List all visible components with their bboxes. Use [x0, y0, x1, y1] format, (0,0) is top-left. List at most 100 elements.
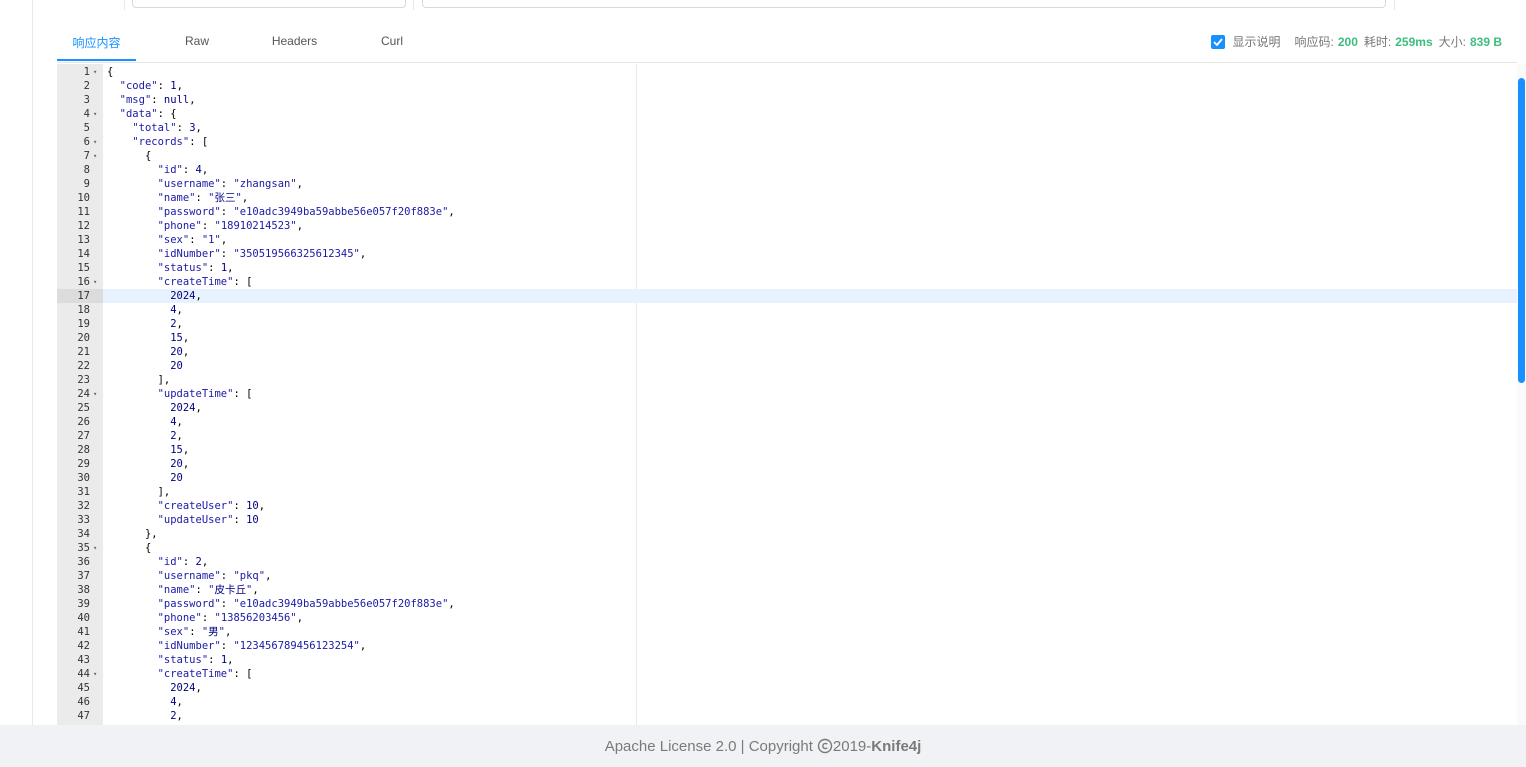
code-text: "sex": "1",	[157, 234, 228, 246]
code-text: 15,	[170, 444, 190, 456]
code-text: "idNumber": "123456789456123254",	[157, 640, 367, 652]
code-line[interactable]: 39 "password": "e10adc3949ba59abbe56e057…	[57, 597, 1517, 611]
code-line[interactable]: 29 20,	[57, 457, 1517, 471]
code-line[interactable]: 20 15,	[57, 331, 1517, 345]
code-line[interactable]: 47 2,	[57, 709, 1517, 723]
show-description-label[interactable]: 显示说明	[1233, 33, 1281, 50]
code-line[interactable]: 15 "status": 1,	[57, 261, 1517, 275]
code-line[interactable]: 36 "id": 2,	[57, 555, 1517, 569]
code-line[interactable]: 34 },	[57, 527, 1517, 541]
code-line[interactable]: 1 ▾ {	[57, 65, 1517, 79]
fold-arrow-icon[interactable]: ▾	[93, 65, 97, 79]
line-number: 33	[77, 514, 90, 526]
code-line[interactable]: 46 4,	[57, 695, 1517, 709]
tab-curl[interactable]: Curl	[367, 34, 417, 48]
code-line[interactable]: 12 "phone": "18910214523",	[57, 219, 1517, 233]
code-text: 2,	[170, 710, 183, 722]
code-line[interactable]: 3 "msg": null,	[57, 93, 1517, 107]
code-line[interactable]: 24 ▾ "updateTime": [	[57, 387, 1517, 401]
code-line[interactable]: 2 "code": 1,	[57, 79, 1517, 93]
status-code-label: 响应码:	[1294, 35, 1334, 49]
divider	[413, 0, 414, 10]
code-line[interactable]: 23 ],	[57, 373, 1517, 387]
code-text: 20,	[170, 346, 190, 358]
line-number: 11	[77, 206, 90, 218]
line-number: 44	[77, 668, 90, 680]
code-line[interactable]: 5 "total": 3,	[57, 121, 1517, 135]
code-line[interactable]: 30 20	[57, 471, 1517, 485]
code-line[interactable]: 21 20,	[57, 345, 1517, 359]
request-method-field[interactable]	[132, 0, 406, 8]
line-number: 29	[77, 458, 90, 470]
line-number: 17	[77, 290, 90, 302]
code-line[interactable]: 10 "name": "张三",	[57, 191, 1517, 205]
line-number: 32	[77, 500, 90, 512]
code-line[interactable]: 18 4,	[57, 303, 1517, 317]
editor-scrollbar-thumb[interactable]	[1518, 78, 1525, 383]
page-footer: Apache License 2.0 | Copyright 2019- Kni…	[0, 725, 1526, 767]
code-line[interactable]: 22 20	[57, 359, 1517, 373]
code-lines[interactable]: 1 ▾{2 "code": 1, 3 "msg": null, 4 ▾ "data": …	[57, 65, 1517, 723]
code-line[interactable]: 17 2024,	[57, 289, 1517, 303]
code-line[interactable]: 6 ▾ "records": [	[57, 135, 1517, 149]
code-text: },	[144, 528, 158, 540]
code-text: "username": "zhangsan",	[157, 178, 303, 190]
code-line[interactable]: 4 ▾ "data": {	[57, 107, 1517, 121]
fold-arrow-icon[interactable]: ▾	[93, 275, 97, 289]
code-line[interactable]: 19 2,	[57, 317, 1517, 331]
code-line[interactable]: 14 "idNumber": "350519566325612345",	[57, 247, 1517, 261]
tab-headers[interactable]: Headers	[262, 34, 327, 48]
code-line[interactable]: 42 "idNumber": "123456789456123254",	[57, 639, 1517, 653]
code-text: 4,	[170, 696, 183, 708]
show-description-checkbox[interactable]	[1210, 34, 1225, 49]
tab-raw[interactable]: Raw	[167, 34, 227, 48]
code-line[interactable]: 40 "phone": "13856203456",	[57, 611, 1517, 625]
code-line[interactable]: 26 4,	[57, 415, 1517, 429]
code-line[interactable]: 27 2,	[57, 429, 1517, 443]
line-number: 30	[77, 472, 90, 484]
divider	[1394, 0, 1395, 10]
fold-arrow-icon[interactable]: ▾	[93, 541, 97, 555]
code-line[interactable]: 32 "createUser": 10,	[57, 499, 1517, 513]
code-text: ],	[157, 486, 171, 498]
code-line[interactable]: 11 "password": "e10adc3949ba59abbe56e057…	[57, 205, 1517, 219]
content-border	[32, 0, 33, 725]
line-number: 27	[77, 430, 90, 442]
line-number: 42	[77, 640, 90, 652]
code-line[interactable]: 31 ],	[57, 485, 1517, 499]
code-text: {	[144, 150, 152, 162]
code-line[interactable]: 44 ▾ "createTime": [	[57, 667, 1517, 681]
code-line[interactable]: 28 15,	[57, 443, 1517, 457]
code-line[interactable]: 9 "username": "zhangsan",	[57, 177, 1517, 191]
code-line[interactable]: 33 "updateUser": 10	[57, 513, 1517, 527]
code-line[interactable]: 38 "name": "皮卡丘",	[57, 583, 1517, 597]
code-line[interactable]: 41 "sex": "男",	[57, 625, 1517, 639]
response-json-editor[interactable]: 1 ▾{2 "code": 1, 3 "msg": null, 4 ▾ "data": …	[57, 64, 1517, 725]
code-line[interactable]: 8 "id": 4,	[57, 163, 1517, 177]
code-line[interactable]: 35 ▾ {	[57, 541, 1517, 555]
code-line[interactable]: 25 2024,	[57, 401, 1517, 415]
fold-arrow-icon[interactable]: ▾	[93, 107, 97, 121]
code-line[interactable]: 45 2024,	[57, 681, 1517, 695]
line-number: 47	[77, 710, 90, 722]
fold-arrow-icon[interactable]: ▾	[93, 149, 97, 163]
line-number: 39	[77, 598, 90, 610]
code-line[interactable]: 43 "status": 1,	[57, 653, 1517, 667]
code-text: "sex": "男",	[157, 626, 232, 638]
fold-arrow-icon[interactable]: ▾	[93, 387, 97, 401]
tab-response-content[interactable]: 响应内容	[57, 34, 136, 51]
line-number: 14	[77, 248, 90, 260]
code-line[interactable]: 37 "username": "pkq",	[57, 569, 1517, 583]
code-text: ],	[157, 374, 171, 386]
line-number: 9	[83, 178, 90, 190]
line-number: 13	[77, 234, 90, 246]
line-number: 46	[77, 696, 90, 708]
request-url-field[interactable]	[422, 0, 1386, 8]
copyright-year: 2019-	[832, 737, 872, 755]
code-text: "status": 1,	[157, 262, 234, 274]
fold-arrow-icon[interactable]: ▾	[93, 135, 97, 149]
code-line[interactable]: 16 ▾ "createTime": [	[57, 275, 1517, 289]
code-line[interactable]: 13 "sex": "1",	[57, 233, 1517, 247]
fold-arrow-icon[interactable]: ▾	[93, 667, 97, 681]
code-line[interactable]: 7 ▾ {	[57, 149, 1517, 163]
